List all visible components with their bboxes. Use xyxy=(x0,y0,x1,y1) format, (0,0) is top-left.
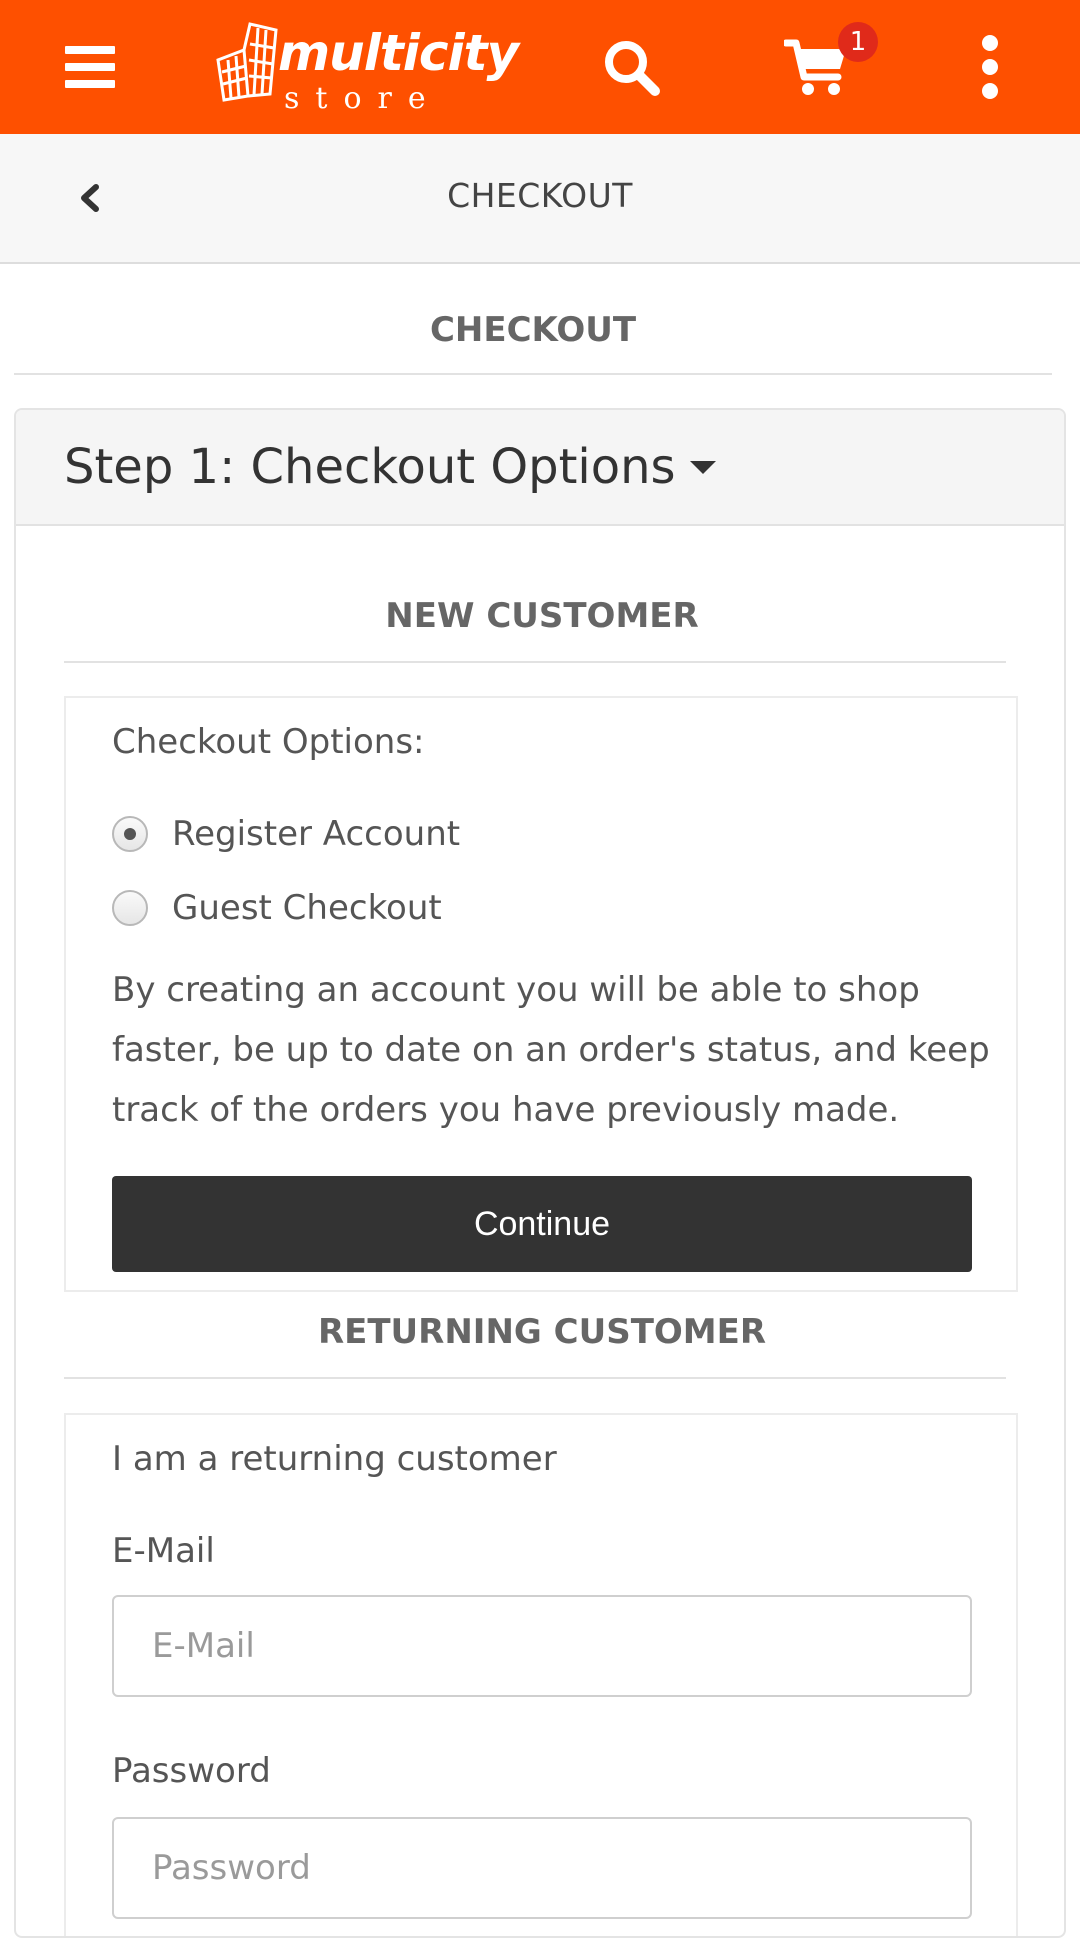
cart-button[interactable]: 1 xyxy=(772,0,878,134)
returning-customer-box: I am a returning customer E-Mail Passwor… xyxy=(64,1413,1018,1936)
password-field[interactable] xyxy=(112,1817,972,1919)
email-field[interactable] xyxy=(112,1595,972,1697)
register-account-label: Register Account xyxy=(172,814,461,854)
guest-checkout-radio[interactable] xyxy=(112,890,148,926)
new-customer-title: NEW CUSTOMER xyxy=(385,596,699,636)
register-account-radio[interactable] xyxy=(112,816,148,852)
returning-customer-intro: I am a returning customer xyxy=(112,1439,557,1479)
returning-customer-divider xyxy=(64,1377,1006,1379)
heading-divider xyxy=(14,373,1052,375)
menu-button[interactable] xyxy=(58,0,122,134)
page-title: CHECKOUT xyxy=(429,310,637,350)
returning-customer-title: RETURNING CUSTOMER xyxy=(317,1312,767,1352)
hamburger-icon xyxy=(65,46,115,88)
search-button[interactable] xyxy=(596,0,666,134)
checkout-step-1-panel: Step 1: Checkout Options NEW CUSTOMER Ch… xyxy=(14,408,1066,1938)
more-vertical-icon xyxy=(982,35,998,99)
email-label: E-Mail xyxy=(112,1531,215,1571)
app-top-bar: multicity store 1 xyxy=(0,0,1080,134)
page-subheader: CHECKOUT xyxy=(0,134,1080,264)
checkout-options-label: Checkout Options: xyxy=(112,722,425,762)
new-customer-divider xyxy=(64,661,1006,663)
guest-checkout-option[interactable]: Guest Checkout xyxy=(112,888,442,928)
cart-count-badge: 1 xyxy=(838,22,878,62)
step-1-title: Step 1: Checkout Options xyxy=(64,439,676,495)
guest-checkout-label: Guest Checkout xyxy=(172,888,442,928)
search-icon xyxy=(605,41,660,96)
brand-subtitle: store xyxy=(284,81,442,116)
step-1-header[interactable]: Step 1: Checkout Options xyxy=(16,410,1064,526)
register-account-option[interactable]: Register Account xyxy=(112,814,460,854)
subheader-title: CHECKOUT xyxy=(447,176,633,215)
continue-button[interactable]: Continue xyxy=(112,1176,972,1272)
building-logo-icon xyxy=(216,22,278,102)
brand-wordmark: multicity xyxy=(278,24,519,82)
caret-down-icon xyxy=(689,460,716,474)
password-label: Password xyxy=(112,1751,271,1791)
register-benefits-text: By creating an account you will be able … xyxy=(112,970,990,1130)
new-customer-box: Checkout Options: Register Account Guest… xyxy=(64,696,1018,1292)
store-logo[interactable]: multicity store xyxy=(214,20,519,120)
more-options-button[interactable] xyxy=(970,0,1010,134)
